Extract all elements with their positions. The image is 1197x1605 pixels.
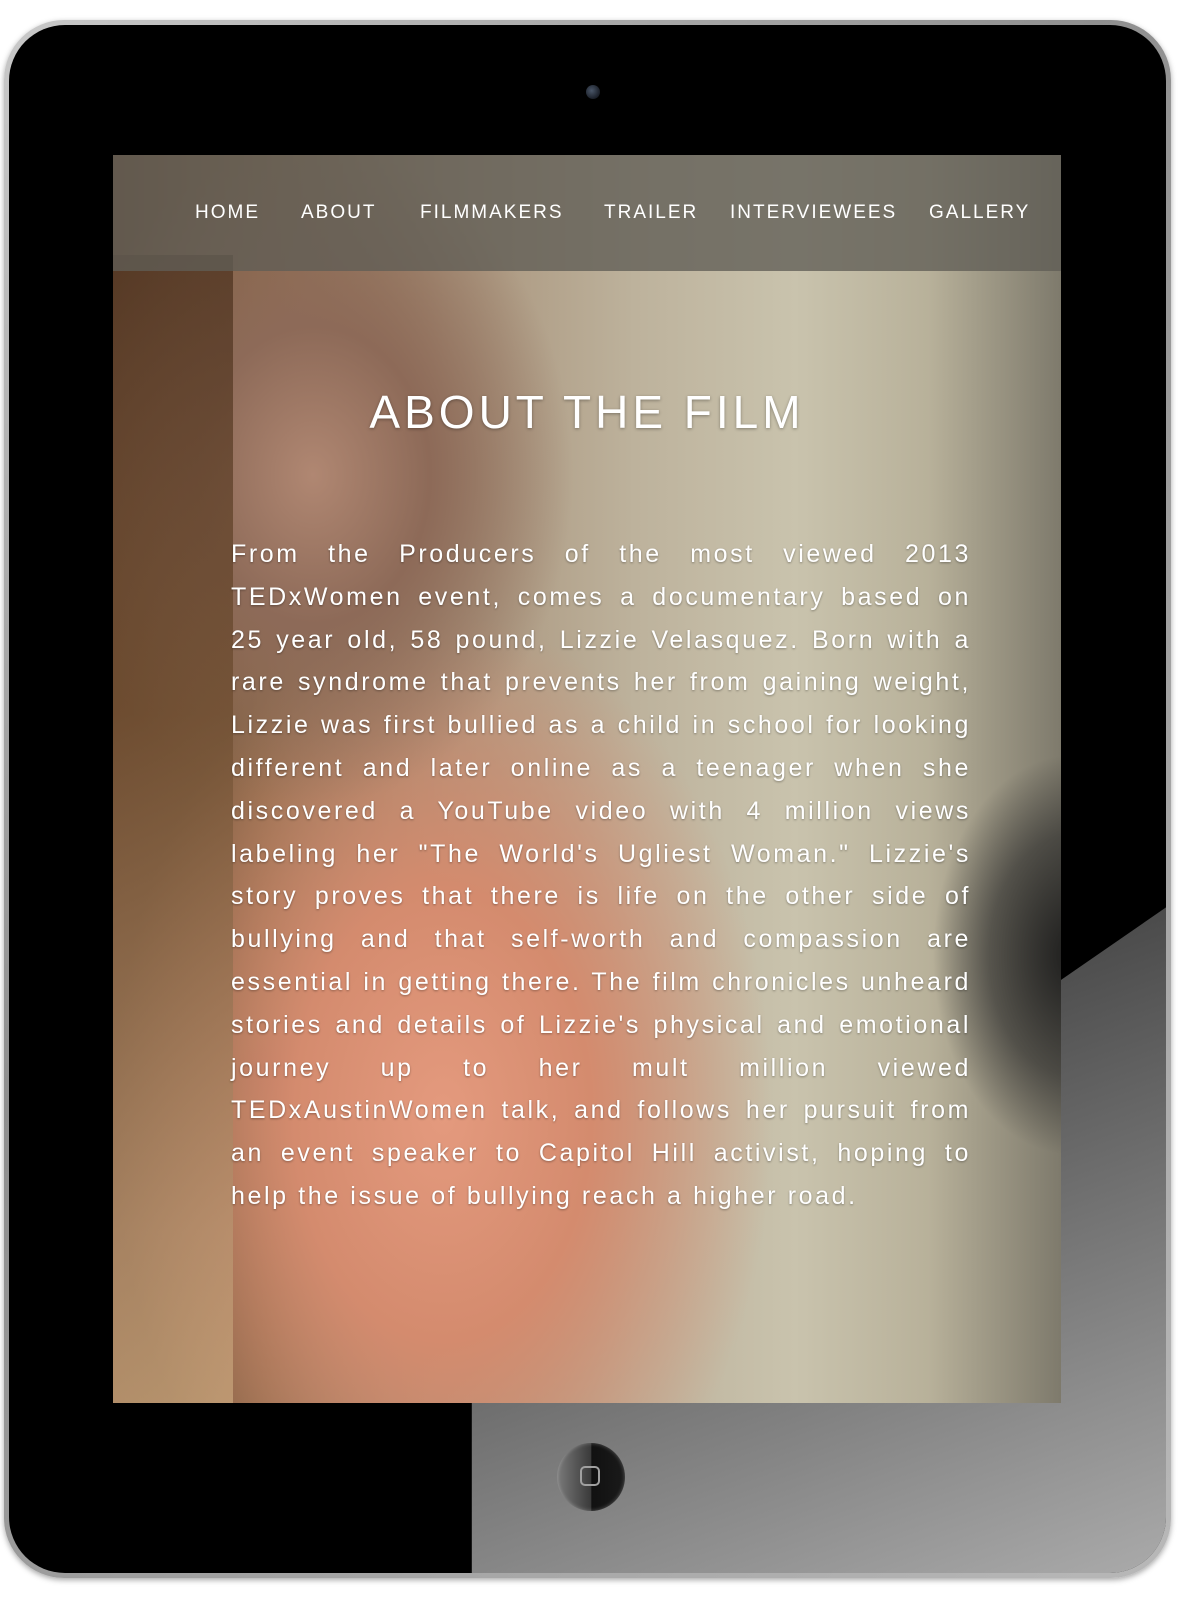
home-square-icon — [580, 1466, 600, 1486]
website-screen: HOME ABOUT FILMMAKERS TRAILER INTERVIEWE… — [113, 155, 1061, 1403]
home-button-icon[interactable] — [557, 1443, 625, 1511]
front-camera-icon — [586, 85, 600, 99]
nav-home[interactable]: HOME — [195, 202, 260, 224]
tablet-bezel: HOME ABOUT FILMMAKERS TRAILER INTERVIEWE… — [9, 25, 1166, 1573]
nav-interviewees[interactable]: INTERVIEWEES — [730, 202, 897, 224]
nav-gallery[interactable]: GALLERY — [929, 202, 1030, 224]
about-film-description: From the Producers of the most viewed 20… — [231, 540, 971, 1210]
page-title: ABOUT THE FILM — [369, 386, 805, 438]
main-navigation: HOME ABOUT FILMMAKERS TRAILER INTERVIEWE… — [113, 155, 1061, 271]
nav-about[interactable]: ABOUT — [301, 202, 376, 224]
nav-filmmakers[interactable]: FILMMAKERS — [420, 202, 564, 224]
nav-trailer[interactable]: TRAILER — [604, 202, 698, 224]
tablet-device-frame: HOME ABOUT FILMMAKERS TRAILER INTERVIEWE… — [4, 20, 1171, 1578]
